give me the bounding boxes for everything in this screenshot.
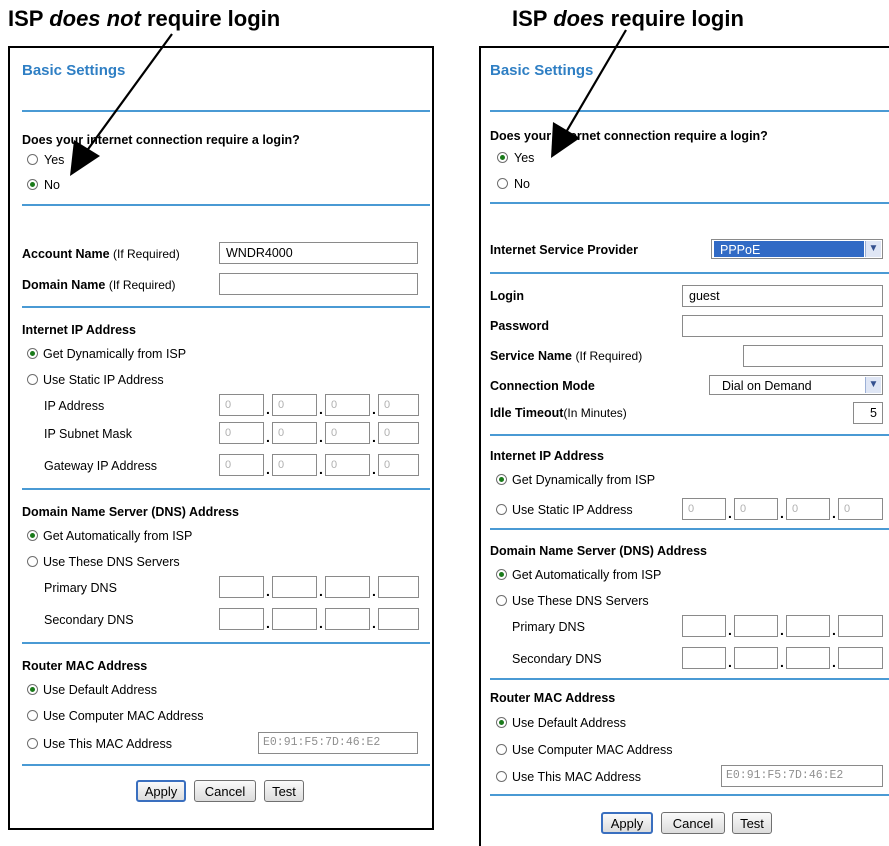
arrow-head-login xyxy=(551,122,580,158)
arrow-head-no-login xyxy=(70,140,100,176)
callout-arrows xyxy=(70,29,627,176)
arrow-no-login xyxy=(85,33,173,153)
arrow-login xyxy=(564,29,627,135)
